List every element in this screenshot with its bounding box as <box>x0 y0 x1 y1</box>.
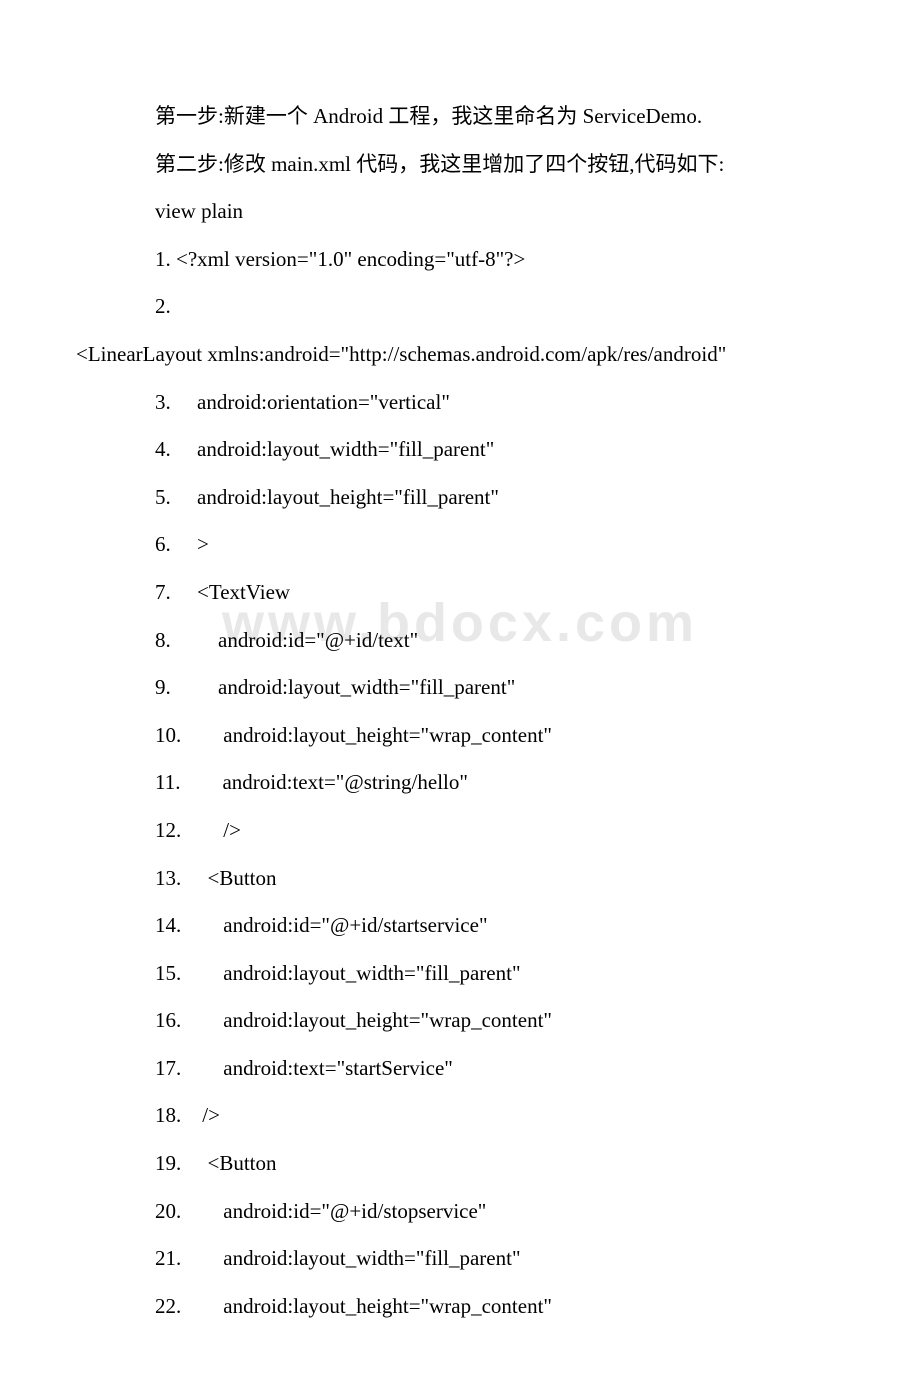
code-line-12: 12. /> <box>76 814 844 848</box>
line-number: 1. <box>155 247 176 271</box>
code-line-6: 6. > <box>76 528 844 562</box>
code-text: <?xml version="1.0" encoding="utf-8"?> <box>176 247 525 271</box>
step-2-text: 第二步:修改 main.xml 代码，我这里增加了四个按钮,代码如下: <box>76 148 844 182</box>
code-line-2-wrap: <LinearLayout xmlns:android="http://sche… <box>76 338 844 372</box>
code-line-18: 18. /> <box>76 1099 844 1133</box>
document-content: 第一步:新建一个 Android 工程，我这里命名为 ServiceDemo. … <box>76 100 844 1323</box>
code-line-7: 7. <TextView <box>76 576 844 610</box>
step-1-text: 第一步:新建一个 Android 工程，我这里命名为 ServiceDemo. <box>76 100 844 134</box>
code-line-19: 19. <Button <box>76 1147 844 1181</box>
view-plain-text: view plain <box>76 195 844 229</box>
code-line-5: 5. android:layout_height="fill_parent" <box>76 481 844 515</box>
code-line-21: 21. android:layout_width="fill_parent" <box>76 1242 844 1276</box>
code-line-13: 13. <Button <box>76 862 844 896</box>
code-line-22: 22. android:layout_height="wrap_content" <box>76 1290 844 1324</box>
code-line-10: 10. android:layout_height="wrap_content" <box>76 719 844 753</box>
code-line-1: 1. <?xml version="1.0" encoding="utf-8"?… <box>76 243 844 277</box>
code-line-14: 14. android:id="@+id/startservice" <box>76 909 844 943</box>
code-line-4: 4. android:layout_width="fill_parent" <box>76 433 844 467</box>
code-line-3: 3. android:orientation="vertical" <box>76 386 844 420</box>
code-line-11: 11. android:text="@string/hello" <box>76 766 844 800</box>
code-line-9: 9. android:layout_width="fill_parent" <box>76 671 844 705</box>
code-line-2-num: 2. <box>76 290 844 324</box>
code-line-20: 20. android:id="@+id/stopservice" <box>76 1195 844 1229</box>
code-line-8: 8. android:id="@+id/text" <box>76 624 844 658</box>
code-line-16: 16. android:layout_height="wrap_content" <box>76 1004 844 1038</box>
code-line-17: 17. android:text="startService" <box>76 1052 844 1086</box>
code-line-15: 15. android:layout_width="fill_parent" <box>76 957 844 991</box>
